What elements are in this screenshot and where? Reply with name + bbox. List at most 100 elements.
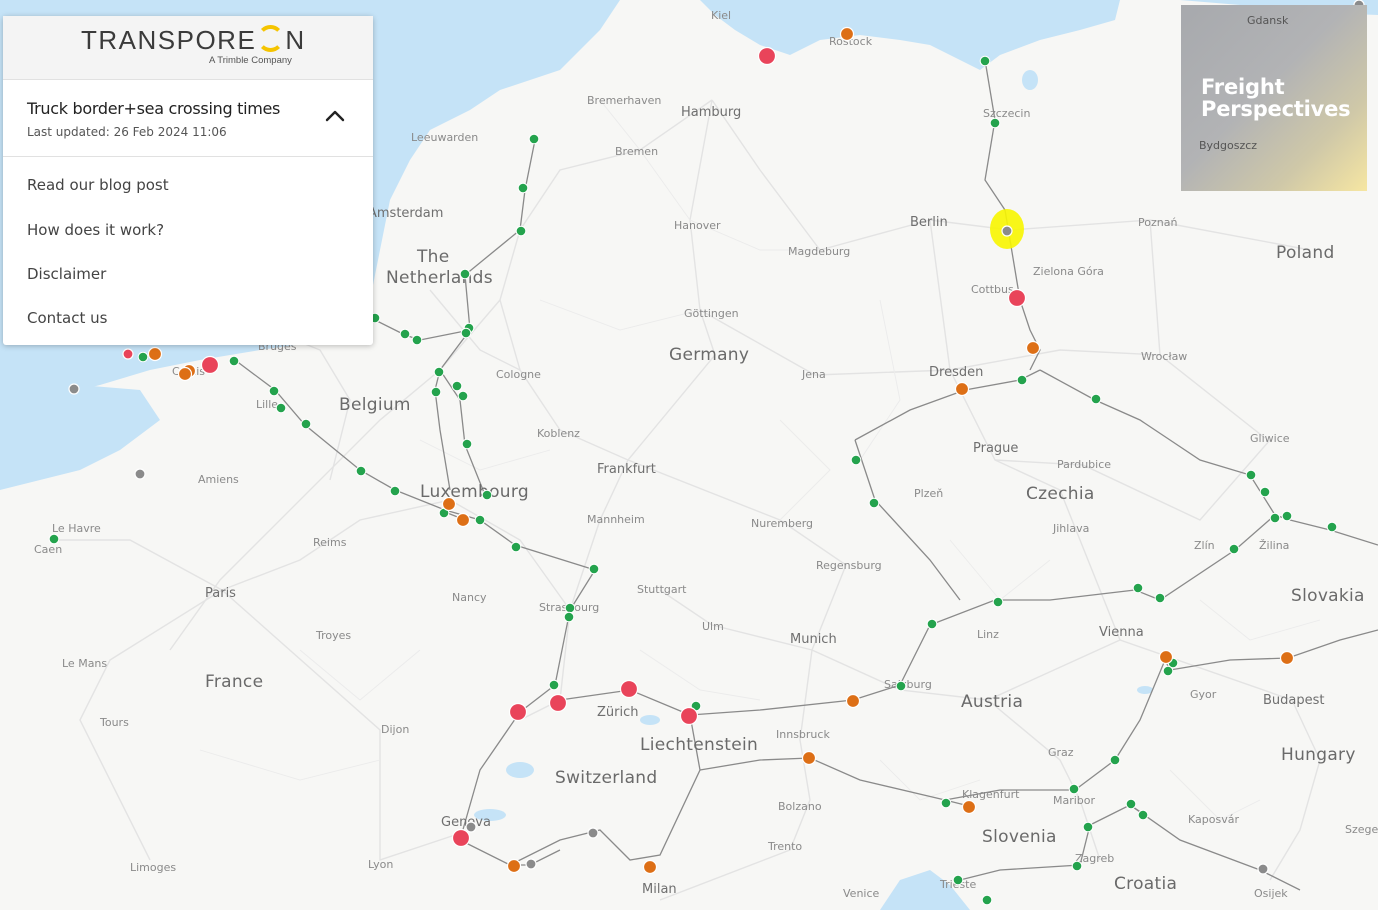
crossing-marker-green[interactable] <box>926 618 938 630</box>
crossing-marker-green[interactable] <box>528 133 540 145</box>
crossing-marker-orange[interactable] <box>1025 340 1041 356</box>
crossing-marker-red[interactable] <box>679 706 699 726</box>
crossing-marker-green[interactable] <box>1016 374 1028 386</box>
crossing-marker-gray[interactable] <box>525 858 537 870</box>
crossing-marker-green[interactable] <box>451 380 463 392</box>
label-kaposvar: Kaposvár <box>1188 813 1239 826</box>
crossing-marker-orange[interactable] <box>455 512 471 528</box>
crossing-marker-green[interactable] <box>548 679 560 691</box>
crossing-marker-green[interactable] <box>1269 512 1281 524</box>
crossing-marker-green[interactable] <box>1109 754 1121 766</box>
crossing-marker-green[interactable] <box>1245 469 1257 481</box>
crossing-marker-green[interactable] <box>564 602 576 614</box>
label-hanover: Hanover <box>674 219 721 232</box>
crossing-marker-gray[interactable] <box>465 821 477 833</box>
crossing-marker-red[interactable] <box>200 355 220 375</box>
blog-post-link[interactable]: Read our blog post <box>3 157 373 201</box>
crossing-marker-green[interactable] <box>461 438 473 450</box>
crossing-marker-green[interactable] <box>588 563 600 575</box>
crossing-marker-orange[interactable] <box>1158 649 1174 665</box>
crossing-marker-green[interactable] <box>1154 592 1166 604</box>
crossing-marker-red[interactable] <box>548 693 568 713</box>
crossing-marker-green[interactable] <box>1228 543 1240 555</box>
crossing-marker-green[interactable] <box>355 465 367 477</box>
crossing-marker-green[interactable] <box>411 334 423 346</box>
crossing-marker-green[interactable] <box>430 386 442 398</box>
label-graz: Graz <box>1048 746 1074 759</box>
crossing-marker-orange[interactable] <box>506 858 522 874</box>
label-prague: Prague <box>973 441 1018 456</box>
crossing-marker-green[interactable] <box>1132 582 1144 594</box>
crossing-marker-red[interactable] <box>508 702 528 722</box>
how-it-works-link[interactable]: How does it work? <box>3 201 373 245</box>
crossing-marker-red[interactable] <box>1007 288 1027 308</box>
crossing-marker-green[interactable] <box>989 117 1001 129</box>
crossing-marker-green[interactable] <box>457 390 469 402</box>
crossing-marker-orange[interactable] <box>441 496 457 512</box>
crossing-marker-green[interactable] <box>1082 821 1094 833</box>
crossing-marker-green[interactable] <box>1090 393 1102 405</box>
crossing-marker-green[interactable] <box>1281 510 1293 522</box>
crossing-marker-green[interactable] <box>850 454 862 466</box>
crossing-marker-green[interactable] <box>300 418 312 430</box>
crossing-marker-orange[interactable] <box>801 750 817 766</box>
crossing-marker-orange[interactable] <box>961 799 977 815</box>
transporeon-logo: TRANSPORE N <box>81 25 306 55</box>
crossing-marker-orange[interactable] <box>845 693 861 709</box>
crossing-marker-green[interactable] <box>275 402 287 414</box>
label-dresden: Dresden <box>929 365 983 380</box>
panel-header: TRANSPORE N A Trimble Company <box>3 16 373 80</box>
crossing-marker-green[interactable] <box>515 225 527 237</box>
crossing-marker-orange[interactable] <box>1279 650 1295 666</box>
crossing-marker-orange[interactable] <box>147 346 163 362</box>
crossing-marker-green[interactable] <box>137 351 149 363</box>
crossing-marker-green[interactable] <box>992 596 1004 608</box>
crossing-marker-red[interactable] <box>451 828 471 848</box>
crossing-marker-gray[interactable] <box>68 383 80 395</box>
crossing-marker-green[interactable] <box>510 541 522 553</box>
crossing-marker-green[interactable] <box>979 55 991 67</box>
crossing-marker-green[interactable] <box>895 680 907 692</box>
crossing-marker-green[interactable] <box>228 355 240 367</box>
crossing-marker-green[interactable] <box>399 328 411 340</box>
crossing-marker-green[interactable] <box>563 611 575 623</box>
crossing-marker-red[interactable] <box>122 348 134 360</box>
badge-title: Freight Perspectives <box>1201 75 1351 121</box>
crossing-marker-gray[interactable] <box>587 827 599 839</box>
crossing-marker-green[interactable] <box>981 894 993 906</box>
crossing-marker-gray[interactable] <box>1257 863 1269 875</box>
crossing-marker-orange[interactable] <box>642 859 658 875</box>
crossing-marker-orange[interactable] <box>177 366 193 382</box>
crossing-marker-green[interactable] <box>481 489 493 501</box>
crossing-marker-green[interactable] <box>460 327 472 339</box>
crossing-marker-orange[interactable] <box>954 381 970 397</box>
crossing-marker-green[interactable] <box>433 366 445 378</box>
crossing-marker-green[interactable] <box>1326 521 1338 533</box>
crossing-marker-green[interactable] <box>389 485 401 497</box>
freight-perspectives-badge[interactable]: Gdansk Bydgoszcz Freight Perspectives <box>1181 5 1367 191</box>
crossing-marker-green[interactable] <box>952 874 964 886</box>
contact-link[interactable]: Contact us <box>3 289 373 333</box>
crossing-marker-green[interactable] <box>1125 798 1137 810</box>
crossing-marker-green[interactable] <box>459 268 471 280</box>
crossing-marker-green[interactable] <box>1162 665 1174 677</box>
label-bolzano: Bolzano <box>778 800 822 813</box>
logo-o-icon <box>257 25 285 52</box>
crossing-marker-green[interactable] <box>1068 783 1080 795</box>
crossing-marker-red[interactable] <box>619 679 639 699</box>
crossing-marker-green[interactable] <box>1259 486 1271 498</box>
chevron-up-icon[interactable] <box>324 108 346 124</box>
crossing-marker-orange[interactable] <box>839 26 855 42</box>
crossing-marker-green[interactable] <box>48 533 60 545</box>
crossing-marker-gray[interactable] <box>1001 225 1013 237</box>
crossing-marker-green[interactable] <box>268 385 280 397</box>
crossing-marker-gray[interactable] <box>134 468 146 480</box>
crossing-marker-green[interactable] <box>1137 809 1149 821</box>
crossing-marker-green[interactable] <box>517 182 529 194</box>
crossing-marker-green[interactable] <box>940 797 952 809</box>
crossing-marker-red[interactable] <box>757 46 777 66</box>
crossing-marker-green[interactable] <box>474 514 486 526</box>
crossing-marker-green[interactable] <box>868 497 880 509</box>
crossing-marker-green[interactable] <box>1071 860 1083 872</box>
disclaimer-link[interactable]: Disclaimer <box>3 245 373 289</box>
